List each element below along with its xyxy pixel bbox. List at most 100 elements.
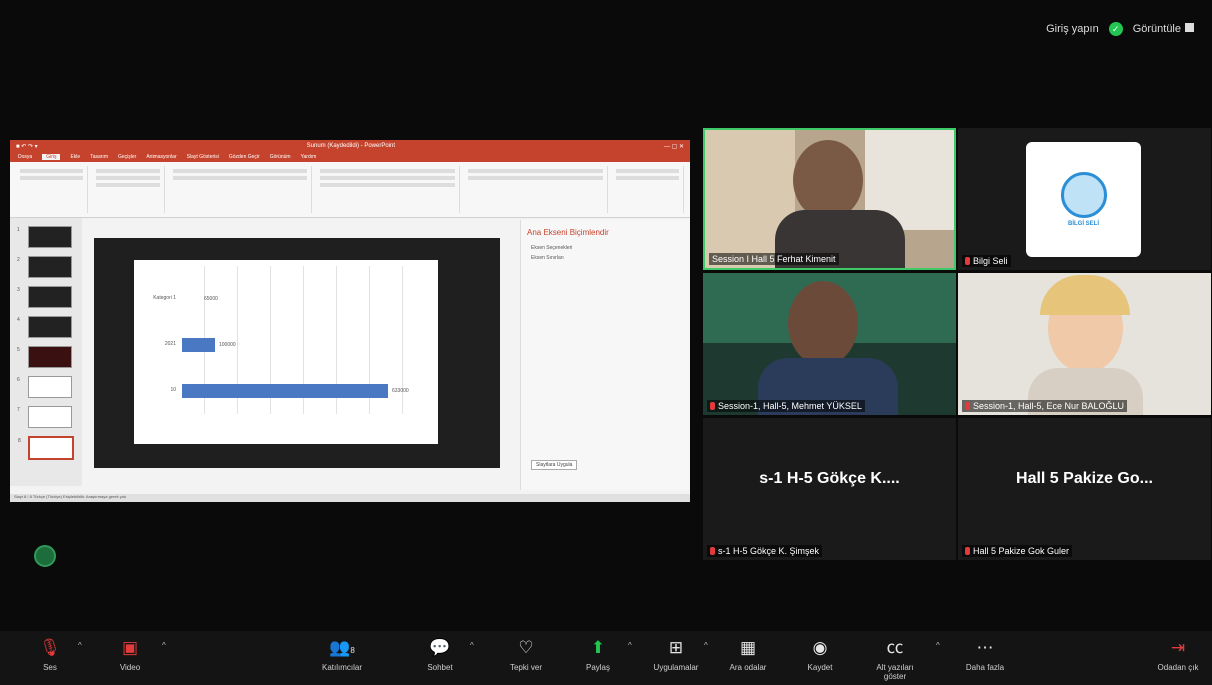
ppt-window-title: Sunum (Kaydedildi) - PowerPoint bbox=[306, 143, 396, 149]
annotation-icon[interactable] bbox=[34, 545, 56, 567]
ribbon-group-drawing bbox=[464, 166, 608, 213]
ppt-tab[interactable]: Tasarım bbox=[90, 154, 108, 160]
ppt-quick-access: ■ ↶ ↷ ▾ bbox=[16, 143, 38, 150]
chart-bar[interactable] bbox=[182, 338, 215, 352]
bilgi-seli-logo-icon bbox=[1060, 172, 1107, 218]
mic-off-icon bbox=[965, 402, 970, 410]
more-label: Daha fazla bbox=[965, 663, 1005, 672]
video-tile-5[interactable]: s-1 H-5 Gökçe K.... s-1 H-5 Gökçe K. Şim… bbox=[703, 418, 956, 560]
category-label: 10 bbox=[170, 387, 176, 393]
ppt-tab[interactable]: Geçişler bbox=[118, 154, 136, 160]
participants-button[interactable]: 👥8 Katılımcılar bbox=[312, 637, 372, 672]
closed-captions-icon: ㏄ bbox=[886, 638, 904, 657]
share-button[interactable]: ⬆ Paylaş bbox=[568, 637, 628, 672]
participant-logo: BİLGİ SELİ bbox=[1026, 142, 1141, 257]
data-label: 65000 bbox=[204, 296, 218, 302]
video-tile-1[interactable]: Session I Hall 5 Ferhat Kimenit bbox=[703, 128, 956, 270]
participant-name-text: Session-1, Hall-5, Ece Nur BALOĞLU bbox=[973, 401, 1125, 411]
format-axis-panel: Ana Ekseni Biçimlendir Eksen Seçenekleri… bbox=[520, 220, 689, 490]
video-tile-6[interactable]: Hall 5 Pakize Go... Hall 5 Pakize Gok Gu… bbox=[958, 418, 1211, 560]
participant-name: Session-1, Hall-5, Mehmet YÜKSEL bbox=[707, 400, 865, 412]
shield-icon[interactable]: ✓ bbox=[1108, 22, 1123, 36]
slide-thumbnails: 1 2 3 4 5 6 7 8 bbox=[10, 218, 82, 486]
share-screen-icon: ⬆ bbox=[590, 638, 606, 657]
participants-label: Katılımcılar bbox=[321, 663, 362, 672]
record-button[interactable]: ◉ Kaydet bbox=[790, 637, 850, 672]
grid-icon bbox=[1185, 23, 1194, 32]
ppt-window-controls: — ▢ ✕ bbox=[663, 143, 684, 150]
apps-label: Uygulamalar bbox=[653, 663, 699, 672]
panel-title: Ana Ekseni Biçimlendir bbox=[527, 228, 609, 237]
ppt-tab[interactable]: Giriş bbox=[42, 154, 61, 160]
meeting-toolbar: 🎙 Ses ^ ▣ Video ^ 👥8 Katılımcılar 💬 Sohbet ^… bbox=[0, 631, 1212, 685]
slide-thumbnail[interactable]: 7 bbox=[17, 406, 72, 428]
category-label: Kategori 1 bbox=[153, 295, 176, 301]
mic-off-icon bbox=[710, 402, 715, 410]
ppt-tab[interactable]: Gözden Geçir bbox=[229, 154, 260, 160]
slide-thumbnail[interactable]: 6 bbox=[17, 376, 72, 398]
ppt-tab[interactable]: Yardım bbox=[301, 154, 317, 160]
mic-off-icon bbox=[965, 547, 970, 555]
apps-button[interactable]: ⊞ Uygulamalar bbox=[646, 637, 706, 672]
video-label: Video bbox=[119, 663, 141, 672]
ribbon-group-slides bbox=[92, 166, 165, 213]
ppt-tab[interactable]: Görünüm bbox=[270, 154, 291, 160]
category-label: 2021 bbox=[164, 341, 176, 347]
caret-up-icon[interactable]: ^ bbox=[936, 641, 940, 650]
panel-row[interactable]: Eksen Seçenekleri bbox=[531, 245, 679, 251]
caret-up-icon[interactable]: ^ bbox=[78, 641, 82, 650]
chart-bar[interactable] bbox=[182, 384, 388, 398]
participant-name-text: Hall 5 Pakize Gok Guler bbox=[973, 546, 1070, 556]
participant-name-text: Bilgi Seli bbox=[973, 256, 1008, 266]
ppt-tab[interactable]: Ekle bbox=[70, 154, 80, 160]
ppt-ribbon-tabs: Dosya Giriş Ekle Tasarım Geçişler Animasyonla… bbox=[10, 152, 690, 162]
login-link[interactable]: Giriş yapın bbox=[1046, 23, 1099, 35]
logo-text: BİLGİ SELİ bbox=[1067, 221, 1099, 227]
slide-thumbnail[interactable]: 5 bbox=[17, 346, 72, 368]
participants-count: 8 bbox=[350, 646, 355, 655]
slide-thumbnail[interactable]: 3 bbox=[17, 286, 72, 308]
mic-off-icon bbox=[965, 257, 970, 265]
slide-thumbnail[interactable]: 2 bbox=[17, 256, 72, 278]
slide-canvas: Kategori 1 65000 2021 100000 10 633000 bbox=[94, 238, 500, 468]
ribbon-group-clipboard bbox=[16, 166, 89, 213]
caret-up-icon[interactable]: ^ bbox=[628, 641, 632, 650]
react-label: Tepki ver bbox=[509, 663, 542, 672]
panel-row[interactable]: Eksen Sınırları bbox=[531, 255, 679, 261]
chat-button[interactable]: 💬 Sohbet bbox=[410, 637, 470, 672]
people-icon: 👥8 bbox=[329, 638, 355, 657]
slide-thumbnail[interactable]: 1 bbox=[17, 226, 72, 248]
mic-off-icon: 🎙 bbox=[39, 638, 61, 657]
ppt-tab[interactable]: Dosya bbox=[18, 154, 32, 160]
participant-display-name: Hall 5 Pakize Go... bbox=[1016, 470, 1153, 487]
video-tile-2[interactable]: BİLGİ SELİ Bilgi Seli bbox=[958, 128, 1211, 270]
breakout-rooms-button[interactable]: ▦ Ara odalar bbox=[718, 637, 778, 672]
ribbon-group-paragraph bbox=[316, 166, 460, 213]
caret-up-icon[interactable]: ^ bbox=[704, 641, 708, 650]
leave-button[interactable]: ⇥ Odadan çık bbox=[1148, 637, 1208, 672]
participant-name-text: Session I Hall 5 Ferhat Kimenit bbox=[712, 254, 836, 264]
caret-up-icon[interactable]: ^ bbox=[162, 641, 166, 650]
video-tile-3[interactable]: Session-1, Hall-5, Mehmet YÜKSEL bbox=[703, 273, 956, 415]
view-button[interactable]: Görüntüle bbox=[1133, 23, 1194, 35]
slide-thumbnail-selected[interactable]: 8 bbox=[18, 436, 74, 460]
captions-label: Alt yazıları göster bbox=[876, 663, 914, 681]
shared-screen: ■ ↶ ↷ ▾ Sunum (Kaydedildi) - PowerPoint … bbox=[10, 140, 690, 502]
more-button[interactable]: ⋯ Daha fazla bbox=[955, 637, 1015, 672]
ppt-tab[interactable]: Animasyonlar bbox=[146, 154, 176, 160]
slide-thumbnail[interactable]: 4 bbox=[17, 316, 72, 338]
mute-button[interactable]: 🎙 Ses bbox=[20, 637, 80, 672]
chat-icon: 💬 bbox=[429, 638, 451, 657]
mic-off-icon bbox=[710, 547, 715, 555]
share-label: Paylaş bbox=[585, 663, 610, 672]
video-tile-4[interactable]: Session-1, Hall-5, Ece Nur BALOĞLU bbox=[958, 273, 1211, 415]
ppt-ribbon bbox=[10, 162, 690, 218]
caret-up-icon[interactable]: ^ bbox=[470, 641, 474, 650]
participant-name: Session-1, Hall-5, Ece Nur BALOĞLU bbox=[962, 400, 1128, 412]
ppt-tab[interactable]: Slayt Gösterisi bbox=[187, 154, 219, 160]
captions-button[interactable]: ㏄ Alt yazıları göster bbox=[865, 637, 925, 681]
video-button[interactable]: ▣ Video bbox=[100, 637, 160, 672]
participant-name: Hall 5 Pakize Gok Guler bbox=[962, 545, 1073, 557]
react-button[interactable]: ♡ Tepki ver bbox=[496, 637, 556, 672]
panel-apply-button[interactable]: Slaytlara Uygula bbox=[531, 460, 578, 470]
